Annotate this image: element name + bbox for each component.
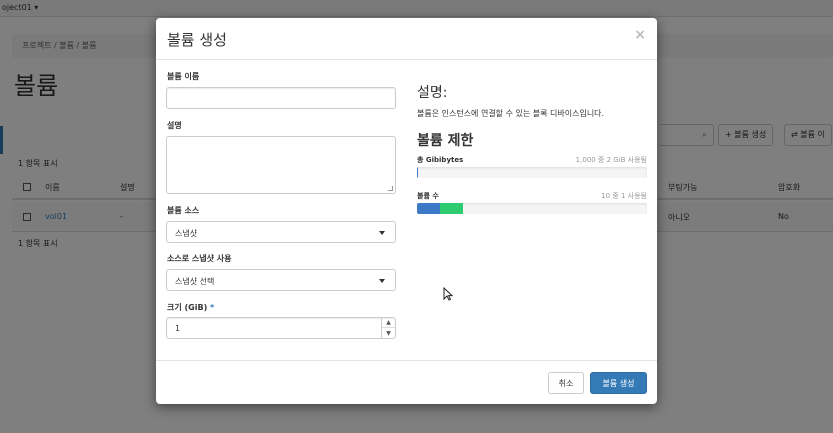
- required-marker: *: [210, 303, 215, 312]
- size-label: 크기 (GiB) *: [167, 302, 214, 313]
- quota-heading: 볼륨 제한: [417, 133, 474, 149]
- size-label-text: 크기 (GiB): [167, 303, 208, 312]
- volume-source-select[interactable]: 스냅샷: [166, 221, 396, 243]
- mouse-pointer-icon: [443, 287, 453, 301]
- snapshot-select-value: 스냅샷 선택: [175, 277, 215, 286]
- create-volume-submit-button[interactable]: 볼륨 생성: [590, 372, 647, 394]
- size-value: 1: [175, 324, 181, 333]
- close-icon[interactable]: ×: [634, 27, 646, 43]
- volume-source-value: 스냅샷: [175, 229, 198, 238]
- caret-down-icon: [379, 279, 385, 283]
- description-label: 설명: [167, 121, 182, 130]
- count-quota-bar: [417, 203, 647, 214]
- resize-handle-icon[interactable]: [388, 186, 393, 191]
- cancel-button[interactable]: 취소: [548, 372, 584, 394]
- gb-quota-bar: [417, 167, 647, 178]
- create-volume-dialog: 볼륨 생성 × 볼륨 이름 설명 볼륨 소스 스냅샷 소스로 스냅샷 사용 스냅…: [156, 18, 657, 404]
- snapshot-select[interactable]: 스냅샷 선택: [166, 269, 396, 291]
- modal-title: 볼륨 생성: [167, 31, 227, 49]
- increment-arrow-icon[interactable]: ▲: [382, 318, 395, 328]
- count-used-segment: [417, 203, 440, 214]
- description-textarea[interactable]: [166, 136, 396, 194]
- gb-used-segment: [417, 167, 418, 178]
- volume-name-input[interactable]: [166, 87, 396, 109]
- size-spinner: ▲ ▼: [381, 318, 395, 338]
- size-number-input[interactable]: 1 ▲ ▼: [166, 317, 396, 339]
- modal-header: 볼륨 생성 ×: [156, 18, 657, 60]
- caret-down-icon: [379, 231, 385, 235]
- gb-quota-label: 총 Gibibytes: [417, 156, 464, 164]
- gb-quota-value: 1,000 중 2 GiB 사용됨: [575, 156, 647, 164]
- decrement-arrow-icon[interactable]: ▼: [382, 328, 395, 338]
- description-help-text: 볼륨은 인스턴스에 연결할 수 있는 블록 디바이스입니다.: [417, 109, 605, 118]
- volume-source-label: 볼륨 소스: [167, 206, 200, 215]
- count-quota-label: 볼륨 수: [417, 192, 439, 200]
- count-quota-value: 10 중 1 사용됨: [601, 192, 647, 200]
- snapshot-source-label: 소스로 스냅샷 사용: [167, 254, 232, 263]
- modal-footer: 취소 볼륨 생성: [156, 360, 657, 404]
- count-new-segment: [440, 203, 463, 214]
- volume-name-label: 볼륨 이름: [167, 72, 200, 81]
- description-heading: 설명:: [417, 85, 448, 101]
